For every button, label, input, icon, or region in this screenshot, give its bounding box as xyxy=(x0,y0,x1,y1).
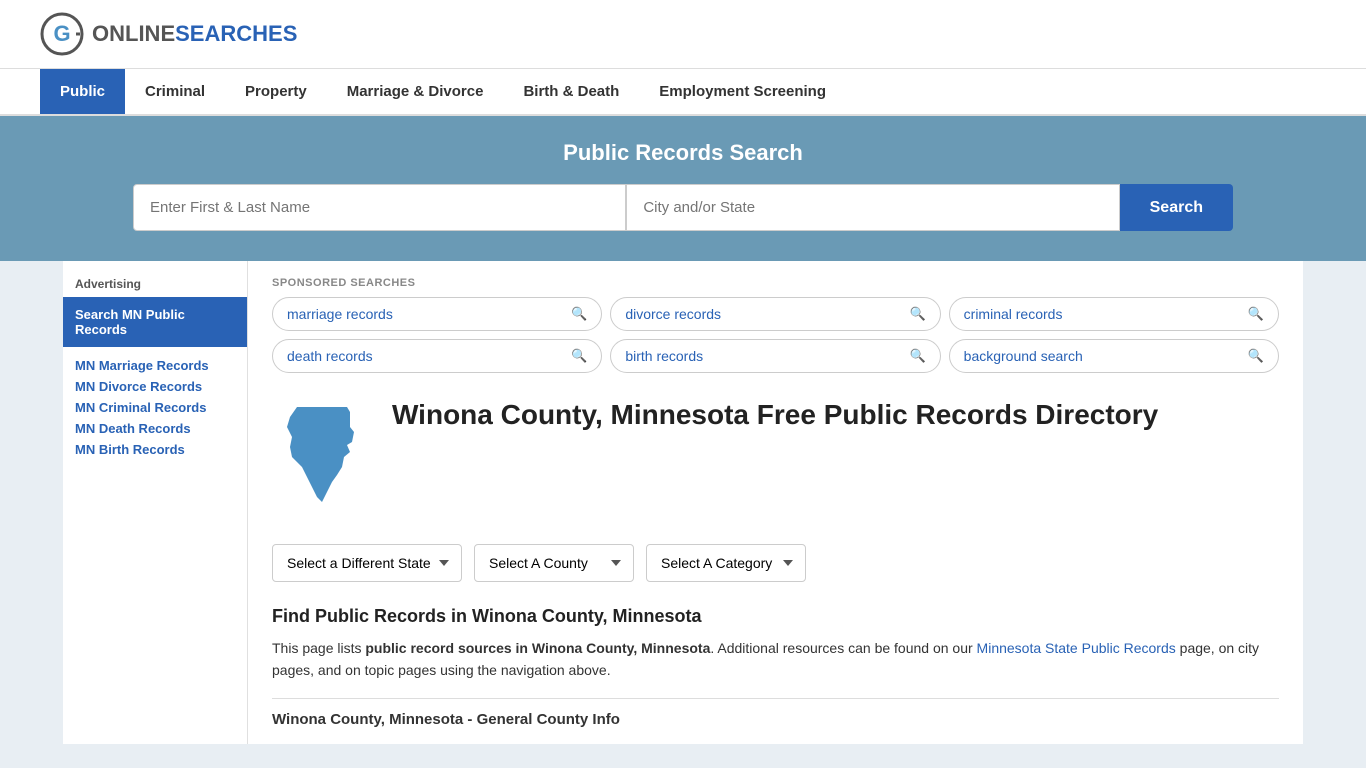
search-icon-3: 🔍 xyxy=(571,348,587,364)
pill-marriage[interactable]: marriage records 🔍 xyxy=(272,297,602,331)
search-icon-1: 🔍 xyxy=(909,306,925,322)
minnesota-shape xyxy=(272,397,372,517)
nav-employment[interactable]: Employment Screening xyxy=(639,69,846,114)
nav-property[interactable]: Property xyxy=(225,69,327,114)
search-icon-5: 🔍 xyxy=(1248,348,1264,364)
pill-divorce[interactable]: divorce records 🔍 xyxy=(610,297,940,331)
county-dropdown[interactable]: Select A County xyxy=(474,544,634,582)
sidebar: Advertising Search MN Public Records MN … xyxy=(63,261,248,744)
city-input[interactable] xyxy=(626,184,1119,231)
find-records-title: Find Public Records in Winona County, Mi… xyxy=(272,606,1279,627)
pill-death[interactable]: death records 🔍 xyxy=(272,339,602,373)
pill-birth[interactable]: birth records 🔍 xyxy=(610,339,940,373)
pill-criminal[interactable]: criminal records 🔍 xyxy=(949,297,1279,331)
nav-public[interactable]: Public xyxy=(40,69,125,114)
sidebar-ad-box[interactable]: Search MN Public Records xyxy=(63,297,247,347)
search-banner-title: Public Records Search xyxy=(40,140,1326,166)
svg-text:G: G xyxy=(53,21,70,46)
name-input[interactable] xyxy=(133,184,626,231)
search-pills: marriage records 🔍 divorce records 🔍 cri… xyxy=(272,297,1279,373)
title-section: Winona County, Minnesota Free Public Rec… xyxy=(272,397,1279,520)
find-records-text: This page lists public record sources in… xyxy=(272,637,1279,682)
sidebar-link-marriage[interactable]: MN Marriage Records xyxy=(63,355,247,376)
state-dropdown[interactable]: Select a Different State xyxy=(272,544,462,582)
search-icon-2: 🔍 xyxy=(1248,306,1264,322)
category-dropdown[interactable]: Select A Category xyxy=(646,544,806,582)
nav-criminal[interactable]: Criminal xyxy=(125,69,225,114)
sidebar-link-divorce[interactable]: MN Divorce Records xyxy=(63,376,247,397)
sidebar-ad-label: Advertising xyxy=(63,277,247,297)
site-header: G ONLINESEARCHES xyxy=(0,0,1366,69)
search-row: Search xyxy=(133,184,1233,231)
search-banner: Public Records Search Search xyxy=(0,116,1366,261)
page-title: Winona County, Minnesota Free Public Rec… xyxy=(392,397,1158,433)
pill-background[interactable]: background search 🔍 xyxy=(949,339,1279,373)
main-content: Advertising Search MN Public Records MN … xyxy=(63,261,1303,744)
nav-birth-death[interactable]: Birth & Death xyxy=(503,69,639,114)
sidebar-link-criminal[interactable]: MN Criminal Records xyxy=(63,397,247,418)
state-map xyxy=(272,397,372,520)
search-icon-0: 🔍 xyxy=(571,306,587,322)
sidebar-link-death[interactable]: MN Death Records xyxy=(63,418,247,439)
search-button[interactable]: Search xyxy=(1120,184,1233,231)
logo-icon: G xyxy=(40,12,84,56)
mn-records-link[interactable]: Minnesota State Public Records xyxy=(977,640,1176,656)
search-icon-4: 🔍 xyxy=(909,348,925,364)
logo[interactable]: G ONLINESEARCHES xyxy=(40,12,297,56)
sponsored-label: SPONSORED SEARCHES xyxy=(272,277,1279,289)
sidebar-link-birth[interactable]: MN Birth Records xyxy=(63,439,247,460)
dropdown-row: Select a Different State Select A County… xyxy=(272,544,1279,582)
logo-text: ONLINESEARCHES xyxy=(92,21,297,47)
general-info-heading: Winona County, Minnesota - General Count… xyxy=(272,698,1279,728)
main-nav: Public Criminal Property Marriage & Divo… xyxy=(0,69,1366,116)
nav-marriage-divorce[interactable]: Marriage & Divorce xyxy=(327,69,504,114)
page-content: SPONSORED SEARCHES marriage records 🔍 di… xyxy=(248,261,1303,744)
